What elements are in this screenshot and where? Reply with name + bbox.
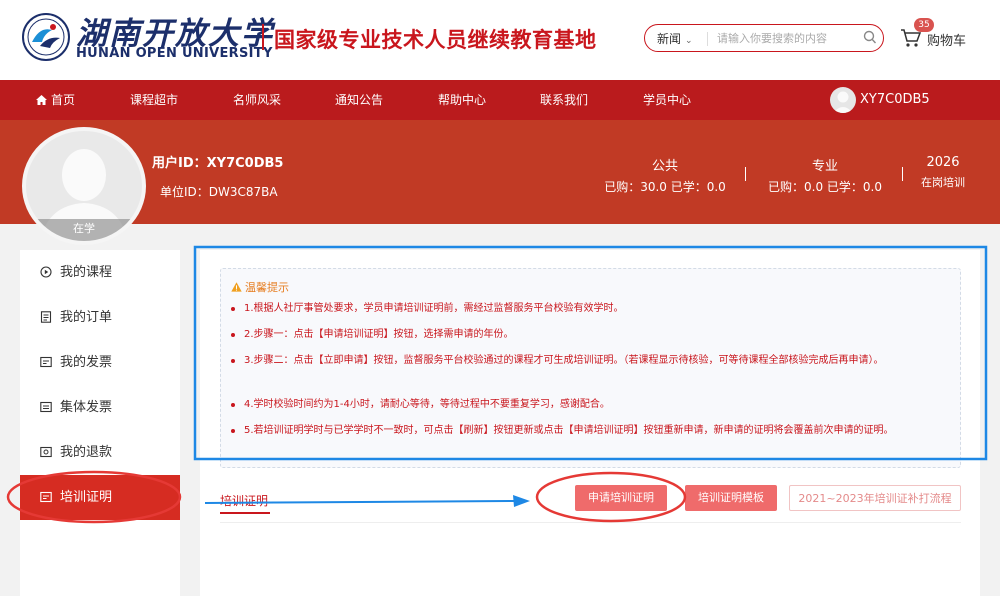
nav-item-label: 首页 [51,93,76,107]
nav-item-announcements[interactable]: 通知公告 [335,80,383,120]
profile-avatar[interactable]: 在学 [22,127,146,245]
bullet-dot [231,307,235,311]
bullet-dot [231,333,235,337]
stat-value: 已购：30.0 已学：0.0 [604,180,726,194]
sidebar-item-my-invoices[interactable]: 我的发票 [20,340,180,385]
stat-divider [745,167,746,181]
nav-avatar[interactable] [830,87,856,113]
bullet-dot [231,359,235,363]
notice-box: 温馨提示 1.根据人社厅事管处要求，学员申请培训证明前，需经过监督服务平台校验有… [220,268,961,468]
notice-line: 5.若培训证明学时与已学学时不一致时，可点击【刷新】按钮更新或点击【申请培训证明… [231,423,953,439]
nav-item-teachers[interactable]: 名师风采 [233,80,281,120]
sidebar-item-training-certificate[interactable]: 培训证明 [20,475,180,520]
stat-public: 公共 已购：30.0 已学：0.0 [602,155,728,195]
nav-item-course-market[interactable]: 课程超市 [130,80,178,120]
sidebar: 我的课程 我的订单 我的发票 集体发票 我的退款 培训证明 [20,250,180,596]
sidebar-item-label: 我的退款 [60,445,113,460]
user-silhouette-icon [833,91,853,113]
stat-divider [902,167,903,181]
document-icon [40,311,52,323]
certificate-template-button[interactable]: 培训证明模板 [685,485,777,511]
stat-title: 公共 [651,159,678,174]
nav-item-student-center[interactable]: 学员中心 [643,80,691,120]
logo-divider [262,24,264,50]
search-divider [707,32,708,46]
logo-english-name[interactable]: HUNAN OPEN UNIVERSITY [76,46,273,61]
nav-item-home[interactable]: 首页 [36,80,75,120]
invoice-icon [40,356,52,368]
main-nav: 首页 课程超市 名师风采 通知公告 帮助中心 联系我们 学员中心 XY7C0DB… [0,80,1000,120]
notice-title: 温馨提示 [231,279,289,295]
home-icon [36,95,47,105]
sidebar-item-my-courses[interactable]: 我的课程 [20,250,180,295]
cart-button[interactable]: 35 购物车 [900,18,990,52]
unit-id: 单位ID：DW3C87BA [160,185,278,199]
tab-training-certificate[interactable]: 培训证明 [220,492,268,509]
certificate-icon [40,491,52,503]
search-icon[interactable] [863,30,877,46]
stat-year: 2026 在岗培训 [912,155,974,190]
university-emblem-icon[interactable] [20,12,72,62]
sidebar-item-label: 我的发票 [60,355,113,370]
student-status-badge: 在学 [26,219,142,241]
site-slogan: 国家级专业技术人员继续教育基地 [274,28,597,52]
nav-username[interactable]: XY7C0DB5 [860,80,930,120]
site-header: 湖南开放大学 HUNAN OPEN UNIVERSITY 国家级专业技术人员继续… [0,0,1000,80]
sidebar-item-label: 培训证明 [60,490,113,505]
stat-professional: 专业 已购：0.0 已学：0.0 [765,155,885,195]
reprint-process-button[interactable]: 2021~2023年培训证补打流程 [789,485,961,511]
sidebar-item-label: 我的订单 [60,310,113,325]
tab-bar-divider [220,522,961,523]
bullet-dot [231,429,235,433]
notice-line-text: 4.学时校验时间约为1-4小时，请耐心等待，等待过程中不要重复学习，感谢配合。 [244,399,610,410]
tab-active-underline [220,512,270,514]
search-input[interactable] [717,29,857,48]
notice-title-text: 温馨提示 [245,281,289,294]
stat-title: 专业 [811,159,838,174]
stat-title: 2026 [926,155,960,170]
notice-line-text: 5.若培训证明学时与已学学时不一致时，可点击【刷新】按钮更新或点击【申请培训证明… [244,425,894,436]
search-category-select[interactable]: 新闻 ⌄ [657,30,693,47]
warning-icon [231,282,242,292]
user-id: 用户ID：XY7C0DB5 [152,156,284,171]
chevron-down-icon: ⌄ [685,36,693,46]
sidebar-item-label: 我的课程 [60,265,113,280]
sidebar-item-my-refunds[interactable]: 我的退款 [20,430,180,475]
sidebar-item-group-invoices[interactable]: 集体发票 [20,385,180,430]
notice-line: 1.根据人社厅事管处要求，学员申请培训证明前，需经过监督服务平台校验有效学时。 [231,301,953,317]
bullet-dot [231,403,235,407]
sidebar-item-label: 集体发票 [60,400,113,415]
play-circle-icon [40,266,52,278]
nav-item-help[interactable]: 帮助中心 [438,80,486,120]
notice-line-text: 1.根据人社厅事管处要求，学员申请培训证明前，需经过监督服务平台校验有效学时。 [244,303,624,314]
notice-line-text: 3.步骤二：点击【立即申请】按钮，监督服务平台校验通过的课程才可生成培训证明。（… [244,355,884,366]
notice-line-text: 2.步骤一：点击【申请培训证明】按钮，选择需申请的年份。 [244,329,514,340]
notice-line: 2.步骤一：点击【申请培训证明】按钮，选择需申请的年份。 [231,327,953,343]
stat-value: 在岗培训 [921,176,965,189]
search-category-label: 新闻 [657,32,682,46]
apply-certificate-button[interactable]: 申请培训证明 [575,485,667,511]
cart-label: 购物车 [927,34,967,49]
refund-icon [40,446,52,458]
notice-line: 3.步骤二：点击【立即申请】按钮，监督服务平台校验通过的课程才可生成培训证明。（… [231,353,953,369]
stat-value: 已购：0.0 已学：0.0 [768,180,882,194]
nav-item-contact[interactable]: 联系我们 [540,80,588,120]
notice-line: 4.学时校验时间约为1-4小时，请耐心等待，等待过程中不要重复学习，感谢配合。 [231,397,953,413]
group-invoice-icon [40,401,52,413]
sidebar-item-my-orders[interactable]: 我的订单 [20,295,180,340]
search-bar: 新闻 ⌄ [644,24,884,52]
